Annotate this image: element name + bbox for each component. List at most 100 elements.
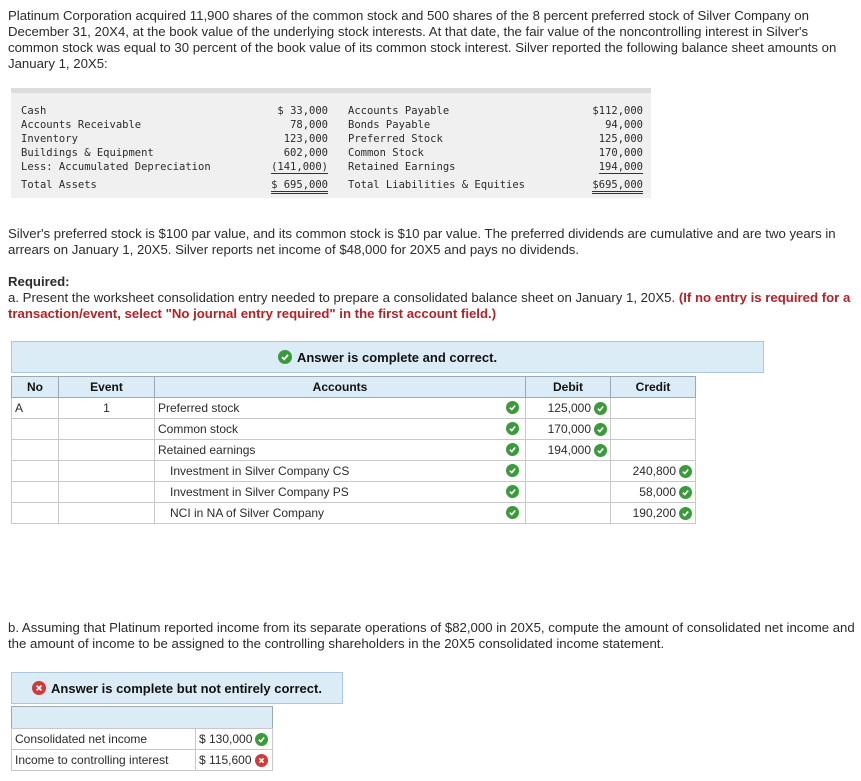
liability-label: Preferred Stock bbox=[348, 133, 443, 145]
check-circle-icon bbox=[594, 422, 607, 436]
header-debit: Debit bbox=[525, 376, 611, 398]
account-field[interactable]: Investment in Silver Company CS bbox=[154, 460, 526, 482]
liability-amount: $112,000 bbox=[592, 105, 643, 117]
check-circle-icon bbox=[679, 506, 692, 520]
entry-no bbox=[11, 481, 59, 503]
intro-paragraph: Platinum Corporation acquired 11,900 sha… bbox=[8, 8, 837, 71]
account-field[interactable]: Common stock bbox=[154, 418, 526, 440]
answer-b-banner: Answer is complete but not entirely corr… bbox=[11, 672, 343, 704]
check-circle-icon bbox=[506, 443, 519, 456]
account-field[interactable]: Retained earnings bbox=[154, 439, 526, 461]
check-circle-icon bbox=[277, 350, 292, 364]
income-table: Consolidated net income $ 130,000 Income… bbox=[11, 728, 273, 771]
check-circle-icon bbox=[506, 422, 519, 435]
account-name: Common stock bbox=[158, 422, 239, 436]
total-liabilities-amount: $695,000 bbox=[592, 179, 643, 194]
account-name: NCI in NA of Silver Company bbox=[170, 506, 325, 520]
table-row: NCI in NA of Silver Company 190,200 bbox=[11, 502, 696, 524]
asset-amount: 123,000 bbox=[283, 133, 328, 145]
header-no: No bbox=[11, 376, 59, 398]
asset-amount: (141,000) bbox=[271, 161, 328, 174]
liability-label: Bonds Payable bbox=[348, 119, 431, 131]
entry-event bbox=[58, 502, 155, 524]
credit-field[interactable] bbox=[610, 439, 696, 461]
credit-amount: 190,200 bbox=[632, 506, 676, 520]
balance-sheet: Cash Accounts Receivable Inventory Build… bbox=[11, 88, 651, 198]
credit-field[interactable]: 240,800 bbox=[610, 460, 696, 482]
debit-field[interactable] bbox=[525, 460, 611, 482]
total-assets-label: Total Assets bbox=[21, 179, 97, 191]
part-a-text: a. Present the worksheet consolidation e… bbox=[8, 290, 676, 305]
required-label: Required: bbox=[8, 274, 70, 289]
table-row: Common stock 170,000 bbox=[11, 418, 696, 440]
account-field[interactable]: NCI in NA of Silver Company bbox=[154, 502, 526, 524]
answer-b-status: Answer is complete but not entirely corr… bbox=[51, 680, 322, 696]
income-label: Income to controlling interest bbox=[11, 749, 196, 771]
header-event: Event bbox=[58, 376, 155, 398]
account-name: Retained earnings bbox=[158, 443, 256, 457]
liability-label: Accounts Payable bbox=[348, 105, 450, 117]
account-name: Preferred stock bbox=[158, 401, 240, 415]
credit-amount: 58,000 bbox=[639, 485, 676, 499]
credit-field[interactable] bbox=[610, 418, 696, 440]
table-row: Retained earnings 194,000 bbox=[11, 439, 696, 461]
check-circle-icon bbox=[506, 401, 519, 414]
credit-field[interactable] bbox=[610, 397, 696, 419]
check-circle-icon bbox=[255, 732, 269, 746]
check-circle-icon bbox=[679, 464, 692, 478]
entry-event: 1 bbox=[58, 397, 155, 419]
check-circle-icon bbox=[506, 464, 519, 477]
credit-field[interactable]: 58,000 bbox=[610, 481, 696, 503]
part-b-question: b. Assuming that Platinum reported incom… bbox=[8, 620, 855, 651]
entry-no bbox=[11, 418, 59, 440]
debit-amount: 170,000 bbox=[547, 422, 591, 436]
par-value-paragraph: Silver's preferred stock is $100 par val… bbox=[8, 226, 836, 257]
table-row: Investment in Silver Company CS 240,800 bbox=[11, 460, 696, 482]
table-row: Investment in Silver Company PS 58,000 bbox=[11, 481, 696, 503]
debit-field[interactable]: 125,000 bbox=[525, 397, 611, 419]
asset-label: Inventory bbox=[21, 133, 78, 145]
income-label: Consolidated net income bbox=[11, 728, 196, 750]
required-section: Required: a. Present the worksheet conso… bbox=[8, 274, 856, 322]
debit-field[interactable] bbox=[525, 481, 611, 503]
answer-a-status: Answer is complete and correct. bbox=[296, 349, 498, 365]
liability-amount: 170,000 bbox=[598, 147, 643, 159]
credit-field[interactable]: 190,200 bbox=[610, 502, 696, 524]
income-value: $ 130,000 bbox=[199, 732, 253, 746]
balance-sheet-divider bbox=[11, 88, 651, 93]
debit-field[interactable]: 170,000 bbox=[525, 418, 611, 440]
entry-no bbox=[11, 460, 59, 482]
income-value-field[interactable]: $ 130,000 bbox=[195, 728, 273, 750]
check-circle-icon bbox=[594, 401, 607, 415]
table-row: A 1 Preferred stock 125,000 bbox=[11, 397, 696, 419]
entry-no bbox=[11, 502, 59, 524]
asset-label: Accounts Receivable bbox=[21, 119, 142, 131]
liability-amount: 125,000 bbox=[598, 133, 643, 145]
income-value: $ 115,600 bbox=[199, 753, 252, 767]
debit-field[interactable] bbox=[525, 502, 611, 524]
table-row: Consolidated net income $ 130,000 bbox=[11, 728, 273, 750]
header-accounts: Accounts bbox=[154, 376, 526, 398]
account-name: Investment in Silver Company PS bbox=[170, 485, 349, 499]
debit-field[interactable]: 194,000 bbox=[525, 439, 611, 461]
asset-amount: 78,000 bbox=[290, 119, 328, 131]
liability-label: Retained Earnings bbox=[348, 161, 456, 173]
income-table-header bbox=[11, 706, 273, 730]
x-circle-icon bbox=[254, 753, 268, 767]
part-a-question: a. Present the worksheet consolidation e… bbox=[8, 290, 856, 322]
entry-no bbox=[11, 439, 59, 461]
journal-entry-table: No Event Accounts Debit Credit A 1 Prefe… bbox=[11, 376, 696, 524]
account-field[interactable]: Preferred stock bbox=[154, 397, 526, 419]
liability-amount: 194,000 bbox=[598, 161, 643, 174]
income-value-field[interactable]: $ 115,600 bbox=[195, 749, 273, 771]
check-circle-icon bbox=[594, 443, 607, 457]
total-liabilities-label: Total Liabilities & Equities bbox=[348, 179, 526, 191]
entry-event bbox=[58, 418, 155, 440]
account-field[interactable]: Investment in Silver Company PS bbox=[154, 481, 526, 503]
entry-event bbox=[58, 481, 155, 503]
credit-amount: 240,800 bbox=[632, 464, 676, 478]
asset-label: Buildings & Equipment bbox=[21, 147, 154, 159]
entry-event bbox=[58, 439, 155, 461]
liability-label: Common Stock bbox=[348, 147, 424, 159]
entry-event bbox=[58, 460, 155, 482]
